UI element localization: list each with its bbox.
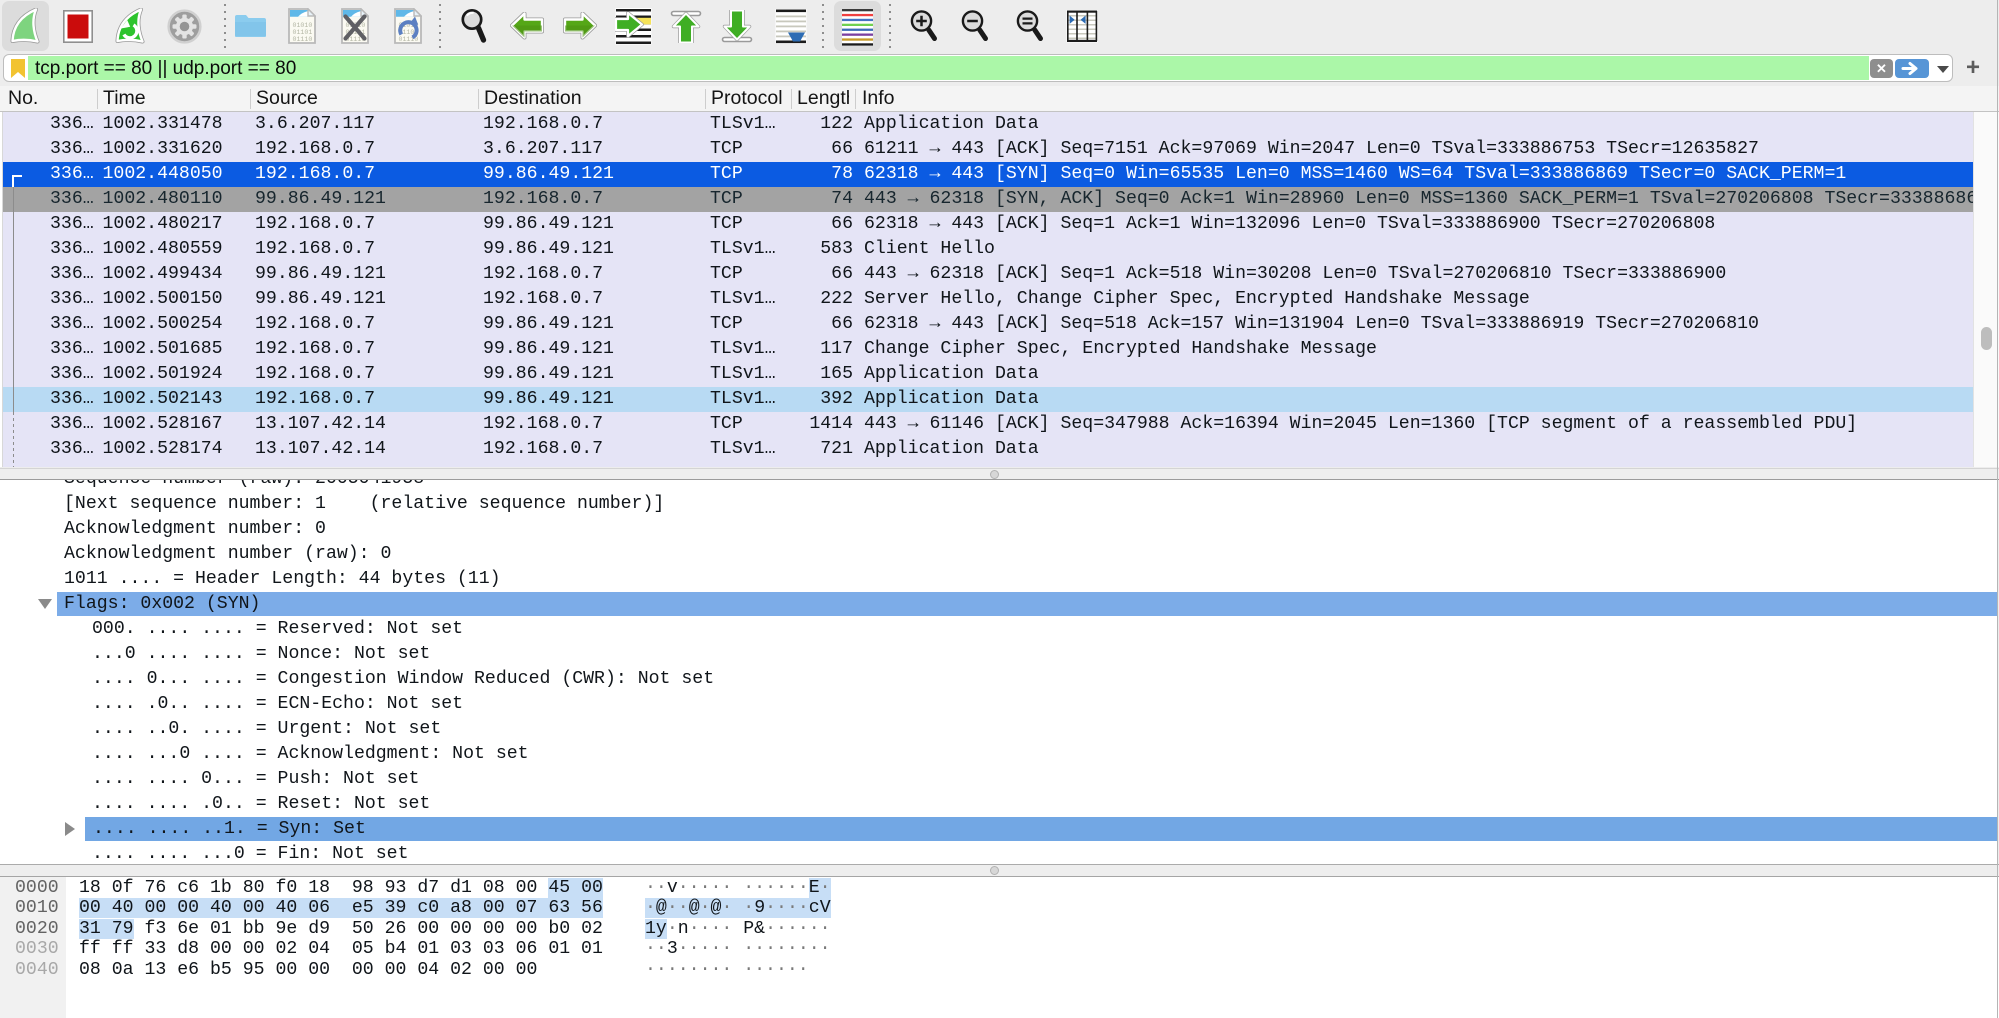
svg-text:01101: 01101 — [293, 29, 313, 36]
svg-text:01010: 01010 — [293, 22, 313, 29]
svg-text:01110: 01110 — [293, 36, 313, 43]
